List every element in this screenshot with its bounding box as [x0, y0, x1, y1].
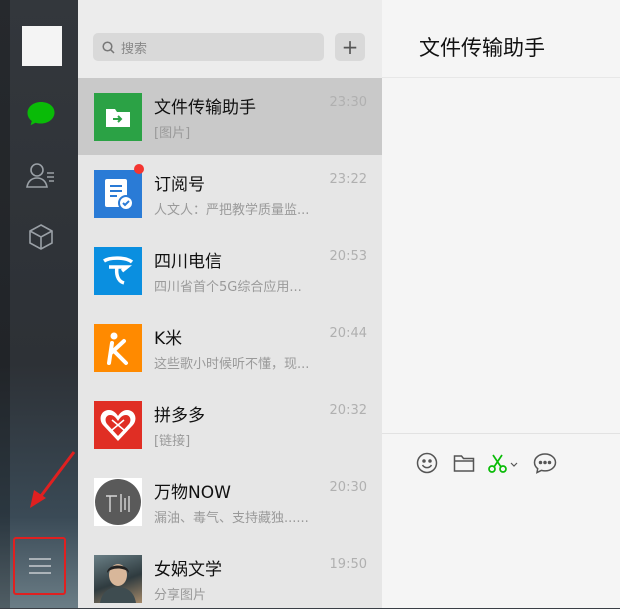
conversation-item[interactable]: 文件传输助手 23:30 [图片] [78, 78, 382, 155]
search-placeholder: 搜索 [121, 41, 148, 57]
conversation-name: K米 [154, 329, 183, 349]
input-toolbar [382, 433, 620, 609]
conversation-name: 拼多多 [154, 406, 205, 426]
add-button[interactable]: + [335, 33, 365, 61]
conversation-time: 19:50 [329, 557, 367, 572]
telecom-logo-icon [94, 247, 142, 295]
search-input[interactable]: 搜索 [93, 33, 324, 61]
conversation-item[interactable]: K米 20:44 这些歌小时候听不懂，现... [78, 309, 382, 386]
conversation-item[interactable]: 拼多多 20:32 [链接] [78, 386, 382, 463]
conversation-preview: 分享图片 [154, 588, 207, 603]
conversation-time: 20:44 [329, 326, 367, 341]
chat-header: 文件传输助手 [382, 0, 620, 78]
conversation-preview: 人文人：严把教学质量监... [154, 203, 310, 218]
conversation-time: 23:22 [329, 172, 367, 187]
conversation-time: 23:30 [329, 95, 367, 110]
conversation-name: 女娲文学 [154, 560, 222, 580]
conversation-name: 订阅号 [154, 175, 205, 195]
subscription-icon [94, 170, 142, 218]
emoji-icon[interactable] [414, 450, 440, 476]
user-avatar[interactable] [22, 26, 62, 66]
conversation-time: 20:53 [329, 249, 367, 264]
conversation-time: 20:32 [329, 403, 367, 418]
chat-bubble-icon[interactable] [532, 450, 558, 476]
conversation-item[interactable]: 四川电信 20:53 四川省首个5G综合应用... [78, 232, 382, 309]
conversation-item[interactable]: 订阅号 23:22 人文人：严把教学质量监... [78, 155, 382, 232]
conversation-name: 万物NOW [154, 483, 231, 503]
chat-title: 文件传输助手 [419, 36, 545, 60]
conversation-preview: 漏油、毒气、支持藏独...... [154, 511, 309, 526]
scissors-icon[interactable] [486, 450, 520, 476]
box-icon[interactable] [24, 220, 58, 254]
menu-button[interactable] [13, 537, 66, 595]
conversation-preview: [链接] [154, 434, 191, 449]
annotation-arrow-icon [30, 451, 76, 508]
kmi-logo-icon [94, 324, 142, 372]
wanwu-logo-icon [94, 478, 142, 526]
folder-icon[interactable] [451, 450, 477, 476]
unread-badge [134, 164, 144, 174]
conversation-item[interactable]: 万物NOW 20:30 漏油、毒气、支持藏独...... [78, 463, 382, 540]
conversation-list: 搜索 + 文件传输助手 23:30 [图片] 订阅号 23:22 人文人：严把教… [78, 0, 382, 608]
conversation-preview: 四川省首个5G综合应用... [154, 280, 302, 295]
search-icon [102, 40, 115, 54]
contacts-icon[interactable] [24, 158, 58, 192]
chat-panel: 文件传输助手 [382, 0, 620, 608]
conversation-preview: [图片] [154, 126, 191, 141]
menu-icon [28, 558, 51, 574]
conversation-item[interactable]: 女娲文学 19:50 分享图片 [78, 540, 382, 608]
conversation-name: 文件传输助手 [154, 98, 256, 118]
conversation-time: 20:30 [329, 480, 367, 495]
chat-icon[interactable] [24, 97, 58, 131]
conversation-name: 四川电信 [154, 252, 222, 272]
conversation-preview: 这些歌小时候听不懂，现... [154, 357, 310, 372]
nvwa-avatar-icon [94, 555, 142, 603]
left-sidebar [0, 0, 78, 608]
file-transfer-icon [94, 93, 142, 141]
search-bar: 搜索 + [78, 0, 382, 78]
pinduoduo-logo-icon [94, 401, 142, 449]
